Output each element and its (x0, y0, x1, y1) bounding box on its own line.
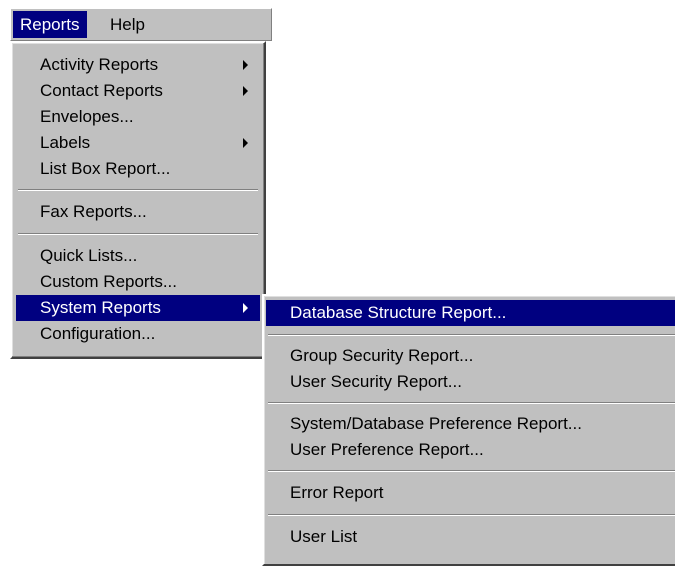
menu-item-label: System Reports (40, 298, 161, 317)
menu-separator (268, 402, 675, 404)
menu-item-label: Activity Reports (40, 55, 159, 74)
menu-item-system-reports[interactable]: System Reports (16, 295, 260, 321)
menu-item-label: Database Structure Report... (290, 303, 507, 322)
menu-item-user-preference-report[interactable]: User Preference Report... (266, 437, 675, 463)
menu-bar: Reports Help (10, 8, 272, 41)
submenu-arrow-icon (243, 60, 248, 70)
submenu-arrow-icon (243, 138, 248, 148)
menu-item-error-report[interactable]: Error Report (266, 480, 675, 506)
menu-item-quick-lists[interactable]: Quick Lists... (16, 243, 260, 269)
menu-item-labels[interactable]: Labels (16, 130, 260, 156)
menu-item-label: Quick Lists... (40, 246, 138, 265)
menu-separator (18, 233, 258, 235)
menu-separator (268, 334, 675, 336)
menu-item-envelopes[interactable]: Envelopes... (16, 104, 260, 130)
menu-item-label: User List (290, 527, 358, 546)
submenu-arrow-icon (243, 86, 248, 96)
system-reports-submenu: Database Structure Report... Group Secur… (262, 294, 675, 566)
menu-item-label: Configuration... (40, 324, 156, 343)
menu-item-group-security-report[interactable]: Group Security Report... (266, 343, 675, 369)
submenu-arrow-icon (243, 303, 248, 313)
menu-item-system-database-preference-report[interactable]: System/Database Preference Report... (266, 411, 675, 437)
menu-item-label: Contact Reports (40, 81, 163, 100)
menu-item-label: System/Database Preference Report... (290, 414, 582, 433)
menu-reports-label: Reports (20, 15, 80, 34)
menu-item-user-list[interactable]: User List (266, 524, 675, 550)
menu-help-label: Help (110, 15, 145, 34)
menu-item-database-structure-report[interactable]: Database Structure Report... (266, 300, 675, 326)
menu-item-configuration[interactable]: Configuration... (16, 321, 260, 347)
menu-item-custom-reports[interactable]: Custom Reports... (16, 269, 260, 295)
menu-item-label: Labels (40, 133, 91, 152)
menu-item-label: List Box Report... (40, 159, 171, 178)
menu-item-list-box-report[interactable]: List Box Report... (16, 156, 260, 182)
menu-item-label: Error Report (290, 483, 384, 502)
menu-item-label: User Preference Report... (290, 440, 484, 459)
menu-help[interactable]: Help (103, 11, 152, 38)
menu-separator (268, 514, 675, 516)
menu-item-label: Envelopes... (40, 107, 134, 126)
menu-separator (268, 470, 675, 472)
menu-item-label: Fax Reports... (40, 202, 147, 221)
menu-separator (18, 189, 258, 191)
menu-item-label: Custom Reports... (40, 272, 177, 291)
menu-item-contact-reports[interactable]: Contact Reports (16, 78, 260, 104)
reports-menu: Activity Reports Contact Reports Envelop… (10, 41, 266, 359)
menu-reports[interactable]: Reports (13, 11, 87, 38)
menu-item-label: Group Security Report... (290, 346, 474, 365)
menu-item-fax-reports[interactable]: Fax Reports... (16, 199, 260, 225)
menu-item-activity-reports[interactable]: Activity Reports (16, 52, 260, 78)
menu-item-user-security-report[interactable]: User Security Report... (266, 369, 675, 395)
menu-item-label: User Security Report... (290, 372, 462, 391)
